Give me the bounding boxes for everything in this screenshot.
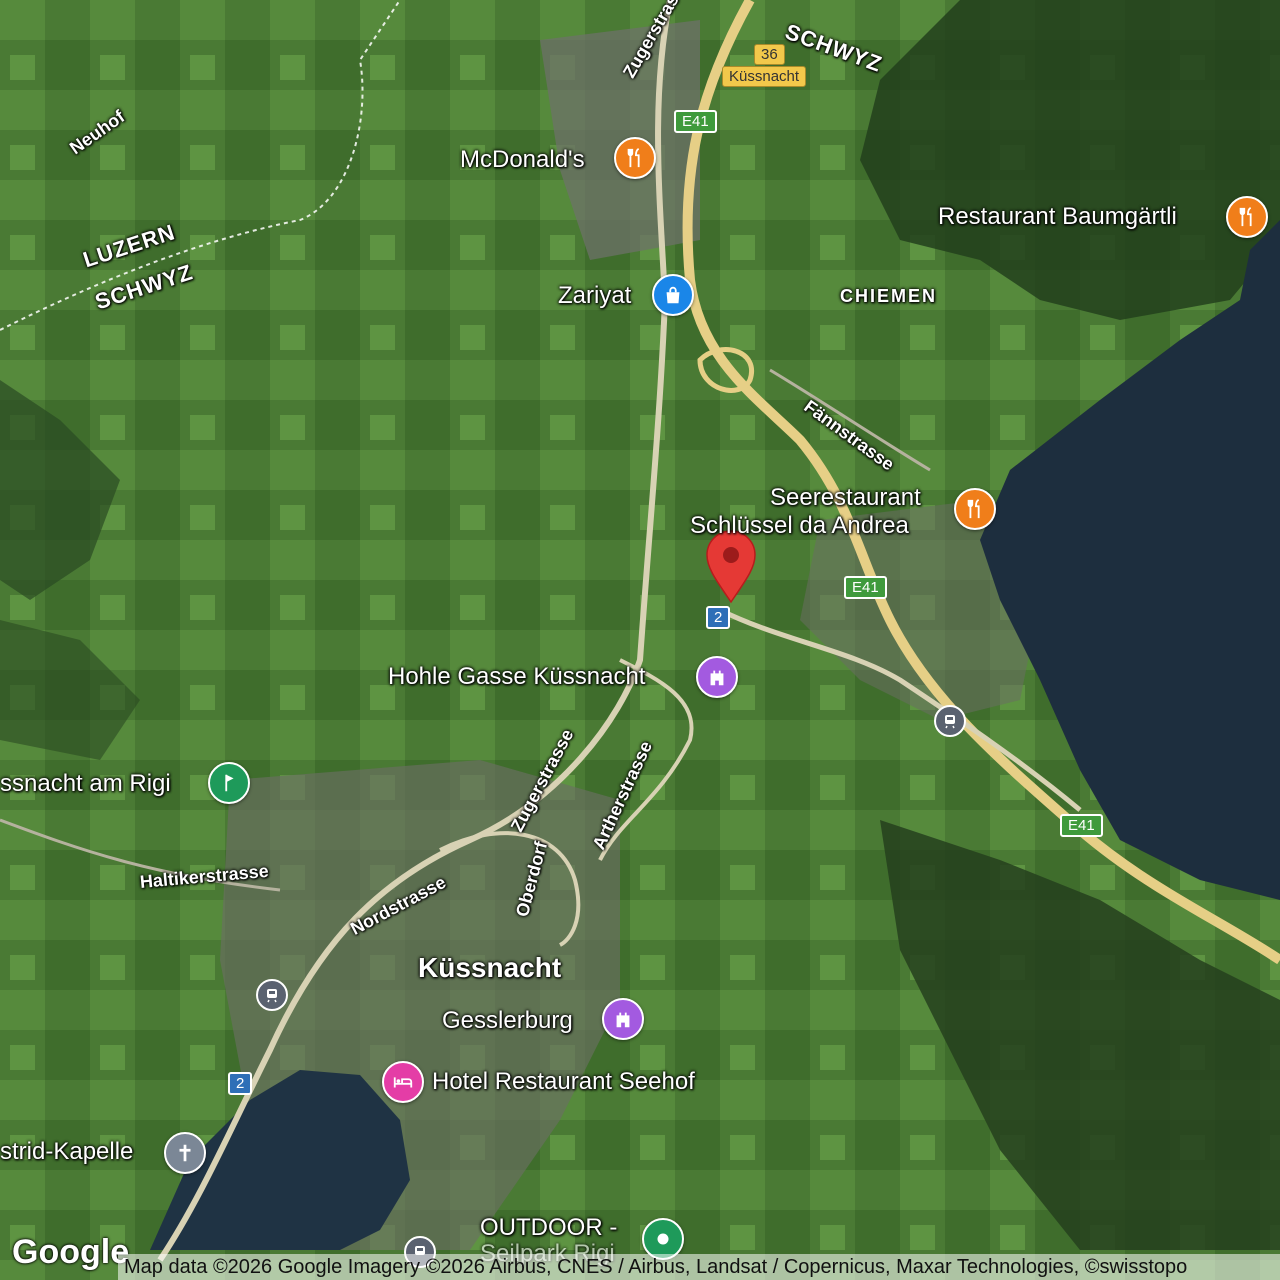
castle-icon[interactable] [696,656,738,698]
poi-label[interactable]: Seerestaurant [770,484,921,512]
golf-icon[interactable] [208,762,250,804]
map-canvas[interactable]: SCHWYZ LUZERN SCHWYZ CHIEMEN Küssnacht Z… [0,0,1280,1280]
route-shield: 2 [706,606,731,629]
poi-label[interactable]: Hohle Gasse Küssnacht [388,663,645,691]
restaurant-icon[interactable] [954,488,996,530]
map-attribution[interactable]: Map data ©2026 Google Imagery ©2026 Airb… [118,1254,1280,1280]
poi-label[interactable]: McDonald's [460,146,585,174]
shopping-bag-icon[interactable] [652,274,694,316]
train-station-icon[interactable] [256,979,288,1011]
route-shield: E41 [1060,814,1103,837]
castle-icon[interactable] [602,998,644,1040]
area-label: CHIEMEN [840,286,938,306]
poi-label[interactable]: ssnacht am Rigi [0,770,171,798]
restaurant-icon[interactable] [1226,196,1268,238]
poi-label[interactable]: Gesslerburg [442,1007,573,1035]
cross-icon[interactable] [164,1132,206,1174]
route-shield: 2 [228,1072,253,1095]
route-shield: 36 [754,44,785,65]
route-shield: E41 [674,110,717,133]
poi-label[interactable]: Zariyat [558,282,631,310]
poi-label[interactable]: strid-Kapelle [0,1138,133,1166]
poi-label[interactable]: Schlüssel da Andrea [690,512,909,540]
poi-label[interactable]: Hotel Restaurant Seehof [432,1068,695,1096]
route-shield: E41 [844,576,887,599]
poi-label[interactable]: Restaurant Baumgärtli [938,203,1177,231]
train-station-icon[interactable] [934,705,966,737]
poi-label[interactable]: OUTDOOR - [480,1214,617,1242]
google-logo: Google [12,1233,130,1271]
town-label[interactable]: Küssnacht [418,952,561,984]
restaurant-icon[interactable] [614,137,656,179]
route-shield: Küssnacht [722,66,807,87]
bed-icon[interactable] [382,1061,424,1103]
